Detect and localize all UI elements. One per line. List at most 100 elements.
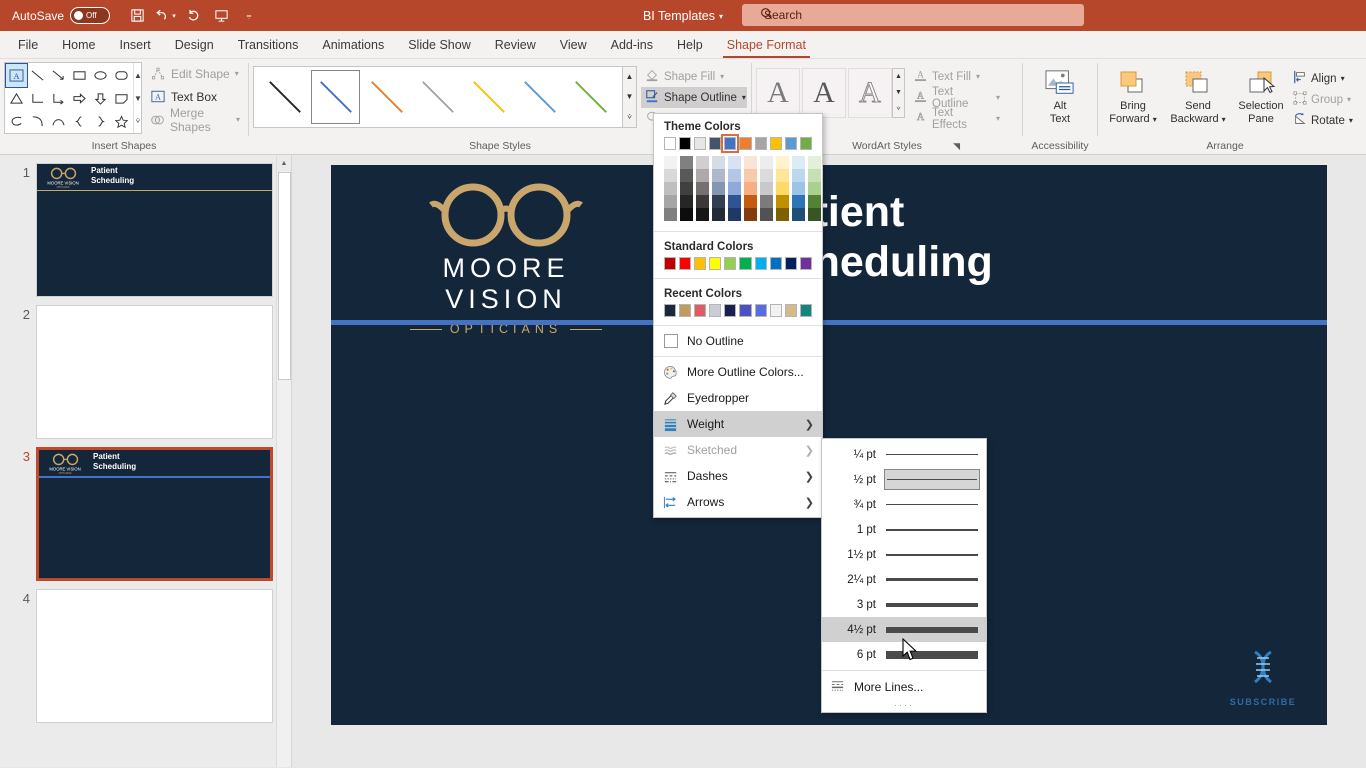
theme-color-gray[interactable]: [754, 137, 767, 150]
variant-column[interactable]: [728, 156, 741, 221]
shape-styles-gallery[interactable]: [253, 66, 623, 128]
shape-styles-scrollbar[interactable]: ▲ ▼ ⩒: [623, 66, 637, 128]
recent-color-6[interactable]: [739, 304, 752, 317]
bring-forward-button[interactable]: Bring Forward ▾: [1102, 62, 1164, 126]
menu-item-arrows[interactable]: Arrows ❯: [654, 489, 822, 515]
shape-elbow-arrow-icon[interactable]: [48, 87, 69, 110]
tab-shape-format[interactable]: Shape Format: [715, 34, 818, 58]
shape-arc-icon[interactable]: [27, 110, 48, 133]
shape-style-item[interactable]: [362, 70, 411, 124]
align-caret-icon[interactable]: ▾: [1341, 74, 1345, 83]
menu-item-weight[interactable]: Weight ❯: [654, 411, 822, 437]
standard-color-red[interactable]: [679, 257, 692, 270]
theme-color-light-gray[interactable]: [694, 137, 707, 150]
wordart-gallery[interactable]: A A A: [756, 68, 892, 118]
autosave-toggle[interactable]: Off: [70, 7, 111, 24]
merge-shapes-button[interactable]: Merge Shapes ▾: [146, 106, 244, 134]
recent-color-2[interactable]: [679, 304, 692, 317]
shape-style-item[interactable]: [413, 70, 462, 124]
recent-color-10[interactable]: [799, 304, 812, 317]
styles-scroll-more-icon[interactable]: ⩒: [623, 112, 636, 122]
standard-color-orange[interactable]: [694, 257, 707, 270]
shape-rounded-rect-icon[interactable]: [111, 64, 132, 87]
standard-color-dark-red[interactable]: [664, 257, 677, 270]
shape-textbox-icon[interactable]: A: [5, 63, 28, 88]
search-input[interactable]: Search: [742, 4, 1084, 26]
customize-qat-icon[interactable]: ⩦: [236, 4, 262, 28]
tab-design[interactable]: Design: [163, 34, 226, 58]
thumbnail-row[interactable]: 4: [0, 581, 291, 723]
send-backward-caret-icon[interactable]: ▾: [1222, 115, 1226, 124]
thumbnail-row[interactable]: 1 MOORE VISION OPTICIANS Patient Scheduli: [0, 155, 291, 297]
weight-option-2-quarter-pt[interactable]: 2¼ pt: [822, 567, 986, 592]
menu-item-dashes[interactable]: Dashes ❯: [654, 463, 822, 489]
tab-review[interactable]: Review: [483, 34, 548, 58]
scroll-more-icon[interactable]: ⩒: [134, 110, 142, 132]
weight-option-quarter-pt[interactable]: ¼ pt: [822, 442, 986, 467]
variant-column[interactable]: [760, 156, 773, 221]
thumbnail-scrollbar[interactable]: ▲: [276, 155, 291, 767]
menu-item-more-lines[interactable]: More Lines...: [822, 674, 986, 700]
text-outline-caret-icon[interactable]: ▾: [996, 93, 1000, 102]
tab-transitions[interactable]: Transitions: [226, 34, 311, 58]
autosave-control[interactable]: AutoSave Off: [12, 7, 111, 24]
theme-color-variants[interactable]: [654, 156, 822, 229]
shape-fill-caret-icon[interactable]: ▾: [720, 72, 724, 81]
shape-oval-icon[interactable]: [90, 64, 111, 87]
variant-column[interactable]: [792, 156, 805, 221]
theme-color-blue-selected[interactable]: [721, 134, 740, 153]
undo-icon[interactable]: ▾: [152, 4, 178, 28]
tab-add-ins[interactable]: Add-ins: [599, 34, 665, 58]
group-button[interactable]: Group ▾: [1290, 89, 1362, 110]
shape-scribble-icon[interactable]: [6, 110, 27, 133]
edit-shape-caret-icon[interactable]: ▾: [235, 69, 239, 78]
menu-item-eyedropper[interactable]: Eyedropper: [654, 385, 822, 411]
shape-outline-button[interactable]: Shape Outline ▾: [641, 87, 747, 108]
shape-fill-button[interactable]: Shape Fill ▾: [641, 66, 747, 87]
shape-elbow-connector-icon[interactable]: [27, 87, 48, 110]
shape-line-icon[interactable]: [27, 64, 48, 87]
variant-column[interactable]: [664, 156, 677, 221]
alt-text-button[interactable]: Alt Text: [1032, 62, 1088, 126]
recent-color-9[interactable]: [784, 304, 797, 317]
shape-folded-corner-icon[interactable]: [111, 87, 132, 110]
merge-shapes-caret-icon[interactable]: ▾: [236, 115, 240, 124]
thumbnail-row[interactable]: 3 MOORE VISION OPTICIANS Patient Scheduli: [0, 439, 291, 581]
wordart-scroll-more-icon[interactable]: ⩒: [893, 105, 904, 113]
standard-color-yellow[interactable]: [709, 257, 722, 270]
wordart-preview[interactable]: A: [756, 68, 800, 118]
tab-home[interactable]: Home: [50, 34, 107, 58]
theme-color-yellow[interactable]: [769, 137, 782, 150]
recent-color-1[interactable]: [664, 304, 677, 317]
tab-file[interactable]: File: [6, 34, 50, 58]
wordart-scroll-up-icon[interactable]: ▲: [893, 73, 904, 80]
slide-thumbnail-pane[interactable]: 1 MOORE VISION OPTICIANS Patient Scheduli: [0, 155, 292, 767]
weight-option-1-half-pt[interactable]: 1½ pt: [822, 542, 986, 567]
wordart-scroll-down-icon[interactable]: ▼: [893, 89, 904, 96]
weight-option-3-pt[interactable]: 3 pt: [822, 592, 986, 617]
thumbnail-row[interactable]: 2: [0, 297, 291, 439]
shape-outline-dropdown-menu[interactable]: Theme Colors Standard Colors Recent Colo…: [653, 113, 823, 518]
shapes-gallery[interactable]: A ▲ ▼ ⩒: [4, 62, 142, 134]
standard-color-light-blue[interactable]: [754, 257, 767, 270]
slide-divider-line[interactable]: [331, 320, 1327, 325]
text-fill-button[interactable]: A Text Fill ▾: [911, 66, 1003, 87]
shape-style-item[interactable]: [464, 70, 513, 124]
variant-column[interactable]: [712, 156, 725, 221]
submenu-grip-icon[interactable]: ····: [822, 700, 986, 712]
slide-thumbnail-4[interactable]: [36, 589, 273, 723]
standard-color-light-green[interactable]: [724, 257, 737, 270]
scroll-down-icon[interactable]: ▼: [134, 87, 142, 109]
menu-item-sketched[interactable]: Sketched ❯: [654, 437, 822, 463]
theme-color-light-blue[interactable]: [784, 137, 797, 150]
shape-rectangle-icon[interactable]: [69, 64, 90, 87]
standard-color-blue[interactable]: [769, 257, 782, 270]
start-presentation-icon[interactable]: [208, 4, 234, 28]
shape-style-item[interactable]: [260, 70, 309, 124]
selection-pane-button[interactable]: Selection Pane: [1232, 62, 1290, 126]
recent-color-3[interactable]: [694, 304, 707, 317]
menu-item-more-outline-colors[interactable]: More Outline Colors...: [654, 359, 822, 385]
document-title-caret-icon[interactable]: ▾: [719, 12, 723, 21]
weight-submenu[interactable]: ¼ pt ½ pt ¾ pt 1 pt 1½ pt 2¼ pt 3 pt 4½ …: [821, 438, 987, 713]
variant-column[interactable]: [696, 156, 709, 221]
